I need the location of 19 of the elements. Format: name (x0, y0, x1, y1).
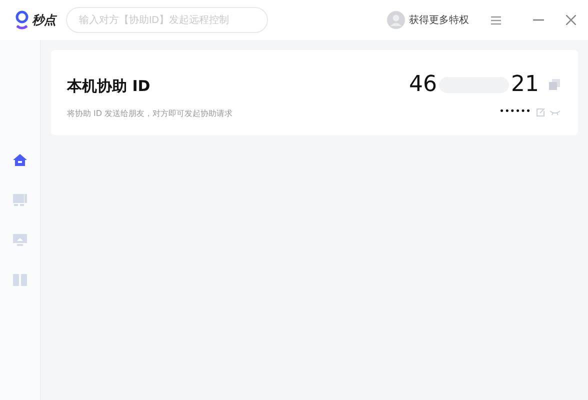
computer-icon[interactable] (13, 193, 27, 207)
monitor-icon[interactable] (13, 233, 27, 247)
home-icon[interactable] (13, 153, 27, 167)
assist-id: 46 (409, 72, 437, 97)
book-icon[interactable] (13, 273, 27, 287)
card-hint: 将协助 ID 发送给朋友，对方即可发起协助请求 (67, 108, 233, 119)
close-icon[interactable] (566, 15, 576, 25)
eye-icon[interactable] (550, 110, 560, 114)
avatar-icon[interactable] (387, 11, 405, 29)
minimize-icon[interactable] (533, 19, 544, 21)
edit-icon[interactable] (536, 108, 545, 116)
upgrade-link[interactable]: 获得更多特权 (409, 13, 469, 27)
card-title: 本机协助 ID (67, 77, 152, 96)
app-name: 秒点 (32, 12, 56, 28)
copy-icon[interactable] (549, 79, 560, 90)
assist-id: 21 (511, 72, 539, 97)
logo-icon (14, 10, 30, 30)
menu-icon[interactable] (491, 16, 501, 24)
password-text: •••••• (499, 107, 531, 117)
